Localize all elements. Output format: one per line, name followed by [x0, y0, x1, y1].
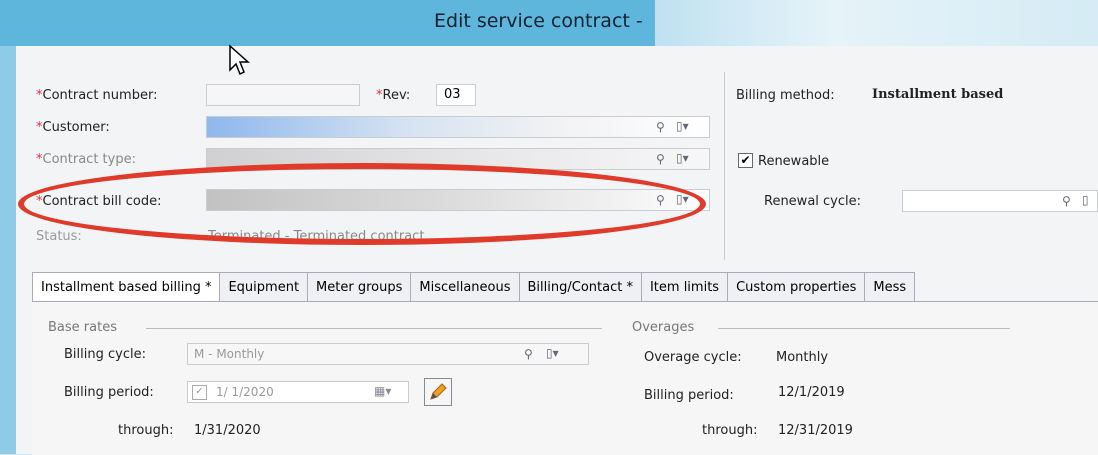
overage-through-label: through:: [702, 423, 758, 438]
lookup-icon[interactable]: ▯▾: [676, 151, 689, 165]
section-divider: [146, 328, 602, 329]
contract-number-text: Contract number:: [42, 88, 158, 103]
titlebar-blurred-region: [655, 0, 1098, 46]
billing-method-label: Billing method:: [736, 88, 835, 103]
tab-billing-contact[interactable]: Billing/Contact *: [519, 272, 642, 302]
pencil-icon[interactable]: [424, 378, 452, 406]
search-icon[interactable]: ⚲: [524, 347, 533, 361]
customer-label: *Customer:: [36, 120, 110, 135]
tab-content: [32, 301, 1098, 455]
lookup-icon[interactable]: ▯: [1082, 193, 1089, 207]
overage-billing-period-label: Billing period:: [644, 388, 734, 403]
contract-number-field[interactable]: [206, 84, 360, 106]
window-frame: [0, 46, 16, 454]
customer-field[interactable]: [206, 116, 710, 138]
customer-text: Customer:: [42, 120, 110, 135]
contract-bill-code-field[interactable]: [206, 189, 710, 211]
section-divider: [718, 328, 1010, 329]
search-icon[interactable]: ⚲: [656, 120, 665, 134]
tab-custom-properties[interactable]: Custom properties: [728, 272, 866, 302]
contract-type-label: *Contract type:: [36, 152, 136, 167]
renewable-label: Renewable: [758, 154, 830, 169]
search-icon[interactable]: ⚲: [656, 193, 665, 207]
overage-through-value: 12/31/2019: [778, 423, 853, 438]
contract-bill-code-label: *Contract bill code:: [36, 194, 162, 209]
tab-meter-groups[interactable]: Meter groups: [308, 272, 412, 302]
lookup-icon[interactable]: ▯▾: [676, 119, 689, 133]
contract-type-text: Contract type:: [42, 152, 136, 167]
panel-divider: [724, 72, 725, 260]
billing-period-date: 1/ 1/2020: [216, 385, 274, 399]
tab-item-limits[interactable]: Item limits: [641, 272, 729, 302]
search-icon[interactable]: ⚲: [1062, 194, 1071, 208]
rev-label: *Rev:: [376, 88, 410, 103]
renewable-checkbox[interactable]: ✔: [738, 153, 753, 168]
billing-method-value: Installment based: [872, 87, 1004, 102]
contract-number-label: *Contract number:: [36, 88, 157, 103]
window-titlebar: Edit service contract -: [0, 0, 1098, 46]
rev-text: Rev:: [382, 88, 411, 103]
calendar-icon[interactable]: ▦▾: [374, 384, 391, 398]
overage-billing-period-value: 12/1/2019: [778, 385, 845, 400]
tab-bar: Installment based billing * Equipment Me…: [32, 272, 916, 302]
tab-installment-billing[interactable]: Installment based billing *: [32, 272, 221, 302]
window-title: Edit service contract -: [434, 10, 643, 32]
status-value: Terminated - Terminated contract: [208, 229, 425, 244]
tab-miscellaneous[interactable]: Miscellaneous: [411, 272, 520, 302]
through-label: through:: [118, 423, 174, 438]
lookup-icon[interactable]: ▯▾: [546, 346, 559, 360]
overage-cycle-value: Monthly: [776, 350, 829, 365]
billing-cycle-label: Billing cycle:: [64, 347, 146, 362]
billing-period-date-field[interactable]: ✓ 1/ 1/2020 ▦▾: [187, 381, 409, 403]
mouse-cursor-icon: [229, 44, 250, 76]
contract-bill-code-text: Contract bill code:: [42, 194, 162, 209]
contract-type-field[interactable]: [206, 148, 710, 170]
billing-cycle-value: M - Monthly: [194, 347, 265, 361]
lookup-icon[interactable]: ▯▾: [676, 192, 689, 206]
base-rates-heading: Base rates: [48, 320, 117, 335]
overage-cycle-label: Overage cycle:: [644, 350, 742, 365]
through-value: 1/31/2020: [194, 423, 261, 438]
tab-messages[interactable]: Mess: [865, 272, 916, 302]
rev-field[interactable]: 03: [436, 84, 476, 106]
billing-period-label: Billing period:: [64, 385, 154, 400]
overages-heading: Overages: [632, 320, 695, 335]
tab-equipment[interactable]: Equipment: [220, 272, 309, 302]
status-label: Status:: [36, 229, 82, 244]
renewal-cycle-label: Renewal cycle:: [764, 194, 862, 209]
billing-period-checkbox[interactable]: ✓: [192, 385, 207, 400]
search-icon[interactable]: ⚲: [656, 152, 665, 166]
